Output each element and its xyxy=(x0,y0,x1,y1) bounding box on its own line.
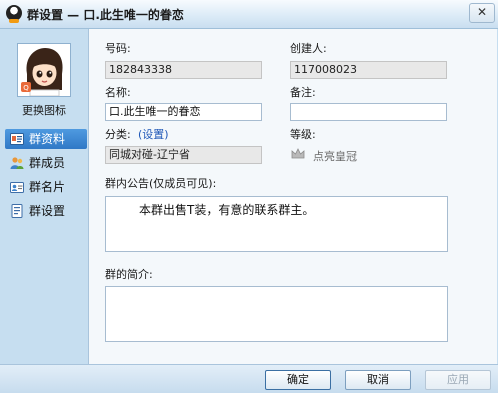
remark-input[interactable] xyxy=(290,103,447,121)
sidebar: Q 更换图标 群资料 群成员 群名片 群设置 xyxy=(0,29,88,364)
category-settings-link[interactable]: (设置) xyxy=(138,126,169,142)
name-label: 名称: xyxy=(105,86,131,99)
category-field: 同城对碰-辽宁省 xyxy=(105,146,262,164)
announcement-label: 群内公告(仅成员可见): xyxy=(105,177,217,190)
category-label: 分类: xyxy=(105,128,131,141)
close-button[interactable]: ✕ xyxy=(469,3,495,23)
settings-icon xyxy=(11,204,23,218)
intro-textarea[interactable] xyxy=(105,286,448,342)
nav-item-settings[interactable]: 群设置 xyxy=(5,201,87,221)
svg-text:Q: Q xyxy=(23,84,29,92)
group-info-panel: 号码: 182843338 创建人: 117008023 名称: 口.此生唯一的… xyxy=(88,29,497,364)
creator-field: 117008023 xyxy=(290,61,447,79)
nav-item-members[interactable]: 群成员 xyxy=(5,153,87,173)
announcement-textarea[interactable]: 本群出售T装，有意的联系群主。 xyxy=(105,196,448,252)
group-name-input[interactable]: 口.此生唯一的眷恋 xyxy=(105,103,262,121)
nav-item-name-card[interactable]: 群名片 xyxy=(5,177,87,197)
group-number-field: 182843338 xyxy=(105,61,262,79)
qq-penguin-icon xyxy=(6,5,22,23)
nav-label-group-info: 群资料 xyxy=(29,132,66,146)
group-settings-window: 群设置 — 口.此生唯一的眷恋 ✕ Q 更换图标 群资料 群成员 群名片 群设置… xyxy=(0,0,498,393)
members-icon xyxy=(10,157,24,169)
creator-label: 创建人: xyxy=(290,42,327,55)
button-bar: 确定 取消 应用 xyxy=(0,364,498,393)
group-avatar[interactable]: Q xyxy=(17,43,71,97)
ok-button[interactable]: 确定 xyxy=(265,370,331,390)
crown-icon xyxy=(291,148,305,159)
group-info-icon xyxy=(10,133,24,145)
nav-item-group-info[interactable]: 群资料 xyxy=(5,129,87,149)
window-title: 群设置 — 口.此生唯一的眷恋 xyxy=(27,8,184,22)
cancel-button[interactable]: 取消 xyxy=(345,370,411,390)
remark-label: 备注: xyxy=(290,86,316,99)
light-crown-link[interactable]: 点亮皇冠 xyxy=(313,148,357,164)
title-bar: 群设置 — 口.此生唯一的眷恋 ✕ xyxy=(0,0,498,29)
avatar-girl-icon: Q xyxy=(18,44,70,96)
nav-label-name-card: 群名片 xyxy=(29,180,66,194)
intro-label: 群的简介: xyxy=(105,268,153,281)
number-label: 号码: xyxy=(105,42,131,55)
change-icon-link[interactable]: 更换图标 xyxy=(0,102,88,118)
name-card-icon xyxy=(10,182,24,193)
nav-label-members: 群成员 xyxy=(29,156,66,170)
apply-button[interactable]: 应用 xyxy=(425,370,491,390)
level-label: 等级: xyxy=(290,128,316,141)
nav-label-settings: 群设置 xyxy=(29,204,66,218)
